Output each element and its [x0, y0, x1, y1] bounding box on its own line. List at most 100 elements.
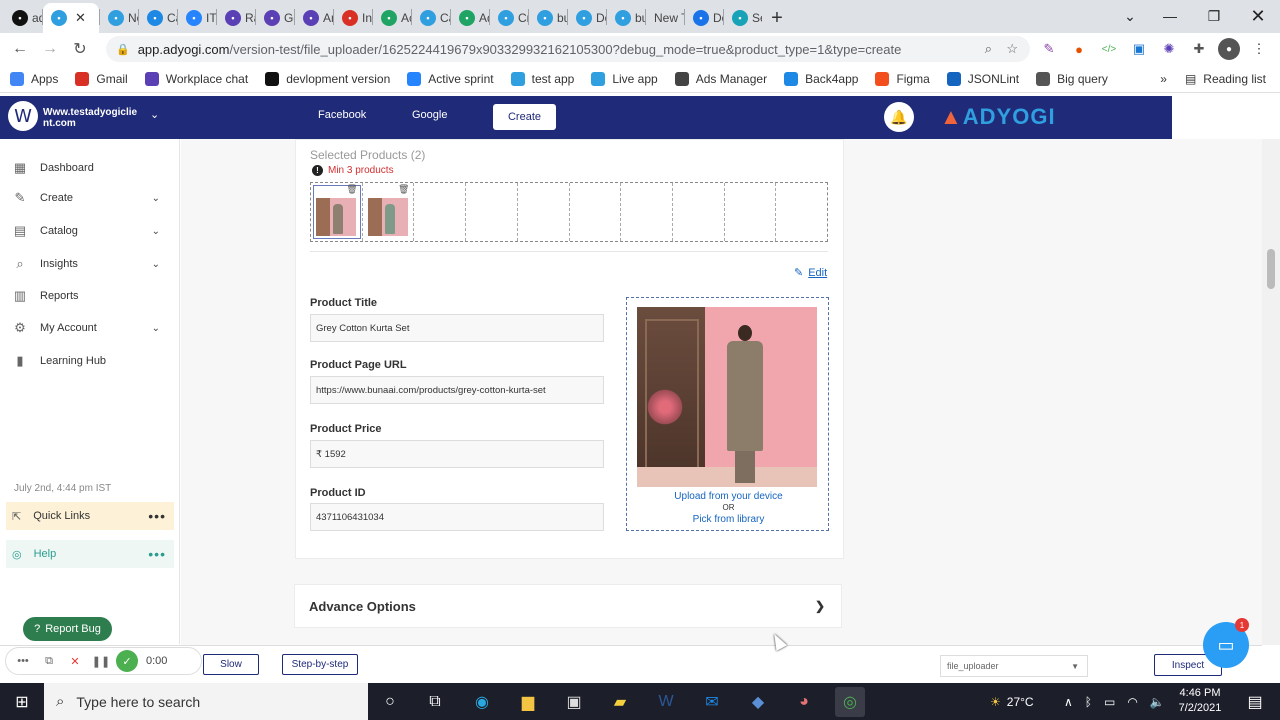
- close-window-icon[interactable]: ✕: [1236, 0, 1280, 32]
- pick-library-link[interactable]: Pick from library: [627, 514, 830, 525]
- windows-start-icon[interactable]: ⊞: [0, 683, 44, 720]
- browser-tab[interactable]: • An: [295, 3, 333, 33]
- product-url-input[interactable]: https://www.bunaai.com/products/grey-cot…: [310, 376, 604, 404]
- bookmark-item[interactable]: Live app: [591, 71, 658, 86]
- browser-tab[interactable]: • Do: [685, 3, 723, 33]
- battery-icon[interactable]: ▭: [1104, 695, 1115, 709]
- quick-links[interactable]: ⇱ Quick Links •••: [6, 502, 174, 530]
- reload-icon[interactable]: ↻: [65, 34, 95, 64]
- browser-tab[interactable]: • Car: [139, 3, 177, 33]
- browser-tab[interactable]: • Sea: [724, 3, 762, 33]
- browser-tab[interactable]: • Inb: [334, 3, 372, 33]
- bluetooth-icon[interactable]: ᛒ: [1085, 695, 1092, 709]
- more-dots-icon[interactable]: •••: [148, 508, 166, 524]
- task-view-icon[interactable]: ⧉: [420, 687, 450, 717]
- chevron-down-icon[interactable]: ⌄: [152, 226, 160, 237]
- step-by-step-button[interactable]: Step-by-step: [282, 654, 358, 675]
- url-field[interactable]: 🔒 app.adyogi.com/version-test/file_uploa…: [106, 36, 1030, 62]
- browser-tab[interactable]: • but: [607, 3, 645, 33]
- mail-icon[interactable]: ✉: [697, 687, 727, 717]
- weather-widget[interactable]: ☀ 27°C: [990, 683, 1034, 720]
- browser-tab[interactable]: • No: [100, 3, 138, 33]
- product-slot[interactable]: 🗑: [363, 183, 415, 241]
- cancel-recording-icon[interactable]: ✕: [64, 650, 86, 672]
- nav-facebook[interactable]: Facebook: [318, 109, 366, 121]
- store-icon[interactable]: ▣: [559, 687, 589, 717]
- taskbar-clock[interactable]: 4:46 PM 7/2/2021: [1170, 686, 1230, 716]
- scroll-thumb[interactable]: [1267, 249, 1275, 289]
- empty-slot[interactable]: [570, 183, 622, 241]
- brand-name[interactable]: Www.testadyogiclie nt.com: [43, 107, 139, 129]
- browser-tab[interactable]: • Car: [412, 3, 450, 33]
- speed-slow-button[interactable]: Slow: [203, 654, 259, 675]
- browser-tab[interactable]: • Rai: [217, 3, 255, 33]
- finish-recording-icon[interactable]: ✓: [116, 650, 138, 672]
- wifi-icon[interactable]: ◠: [1127, 695, 1137, 709]
- sidebar-item-my-account[interactable]: ⚙ My Account ⌄: [12, 318, 162, 338]
- paint-icon[interactable]: ◕: [789, 687, 819, 717]
- more-bookmarks-icon[interactable]: »: [1160, 72, 1167, 86]
- new-tab-icon[interactable]: +: [762, 3, 792, 33]
- sidebar-item-catalog[interactable]: ▤ Catalog ⌄: [12, 221, 162, 241]
- tab-search-icon[interactable]: ⌄: [1108, 0, 1152, 32]
- bell-icon[interactable]: 🔔: [884, 102, 914, 132]
- fire-extension-icon[interactable]: ●: [1068, 38, 1090, 60]
- chevron-down-icon[interactable]: ⌄: [150, 108, 159, 121]
- empty-slot[interactable]: [776, 183, 827, 241]
- code-extension-icon[interactable]: </>: [1098, 38, 1120, 60]
- tray-chevron-icon[interactable]: ∧: [1064, 695, 1073, 709]
- puzzle-extensions-icon[interactable]: ✚: [1188, 38, 1210, 60]
- empty-slot[interactable]: [725, 183, 777, 241]
- bookmark-item[interactable]: Ads Manager: [674, 71, 767, 86]
- word-icon[interactable]: W: [651, 687, 681, 717]
- browser-tab[interactable]: • Cre: [490, 3, 528, 33]
- chevron-down-icon[interactable]: ⌄: [152, 193, 160, 204]
- back-icon[interactable]: ←: [5, 34, 35, 64]
- empty-slot[interactable]: [414, 183, 467, 241]
- zoom-search-icon[interactable]: ⌕: [985, 41, 992, 57]
- browser-tab[interactable]: • adc: [4, 3, 42, 33]
- browser-tab[interactable]: • IT b: [178, 3, 216, 33]
- chevron-down-icon[interactable]: ⌄: [152, 259, 160, 270]
- chevron-down-icon[interactable]: ⌄: [152, 323, 160, 334]
- gear-extension-icon[interactable]: ✺: [1158, 38, 1180, 60]
- browser-tab[interactable]: • Acc: [373, 3, 411, 33]
- brand-avatar[interactable]: W: [8, 101, 38, 131]
- empty-slot[interactable]: [518, 183, 570, 241]
- bookmark-item[interactable]: JSONLint: [946, 71, 1019, 86]
- close-tab-icon[interactable]: ✕: [75, 10, 86, 26]
- taskbar-search[interactable]: ⌕ Type here to search: [44, 683, 368, 720]
- bookmark-item[interactable]: Big query: [1036, 71, 1108, 86]
- product-title-input[interactable]: Grey Cotton Kurta Set: [310, 314, 604, 342]
- edge-icon[interactable]: ◉: [467, 687, 497, 717]
- bookmark-item[interactable]: Gmail: [75, 71, 128, 86]
- screen-icon[interactable]: ⧉: [38, 650, 60, 672]
- upload-device-link[interactable]: Upload from your device: [627, 491, 830, 502]
- bookmark-item[interactable]: test app: [510, 71, 574, 86]
- browser-tab[interactable]: • but: [529, 3, 567, 33]
- maximize-icon[interactable]: ❐: [1192, 0, 1236, 32]
- trash-icon[interactable]: 🗑: [398, 184, 409, 195]
- bookmark-item[interactable]: Workplace chat: [144, 71, 248, 86]
- visual-studio-icon[interactable]: ◆: [743, 687, 773, 717]
- image-upload-box[interactable]: Upload from your device OR Pick from lib…: [626, 297, 829, 531]
- bookmark-item[interactable]: Back4app: [784, 71, 858, 86]
- advance-options-toggle[interactable]: Advance Options ❯: [294, 584, 842, 628]
- forward-icon[interactable]: →: [35, 34, 65, 64]
- product-price-input[interactable]: ₹ 1592: [310, 440, 604, 468]
- file-explorer-icon[interactable]: ▆: [513, 687, 543, 717]
- more-dots-icon[interactable]: •••: [148, 546, 166, 562]
- product-slot[interactable]: 🗑: [311, 183, 363, 241]
- empty-slot[interactable]: [621, 183, 673, 241]
- menu-dots-icon[interactable]: ⋮: [1248, 38, 1270, 60]
- notifications-icon[interactable]: ▤: [1240, 687, 1270, 717]
- sidebar-item-reports[interactable]: ▥ Reports: [12, 286, 162, 306]
- nav-google[interactable]: Google: [412, 109, 447, 121]
- edit-link[interactable]: ✎ Edit: [794, 266, 827, 280]
- nav-create-button[interactable]: Create: [493, 104, 556, 130]
- empty-slot[interactable]: [466, 183, 518, 241]
- window-extension-icon[interactable]: ▣: [1128, 38, 1150, 60]
- more-dots-icon[interactable]: •••: [12, 650, 34, 672]
- trash-icon[interactable]: 🗑: [346, 184, 357, 195]
- star-bookmark-icon[interactable]: ☆: [1006, 41, 1018, 57]
